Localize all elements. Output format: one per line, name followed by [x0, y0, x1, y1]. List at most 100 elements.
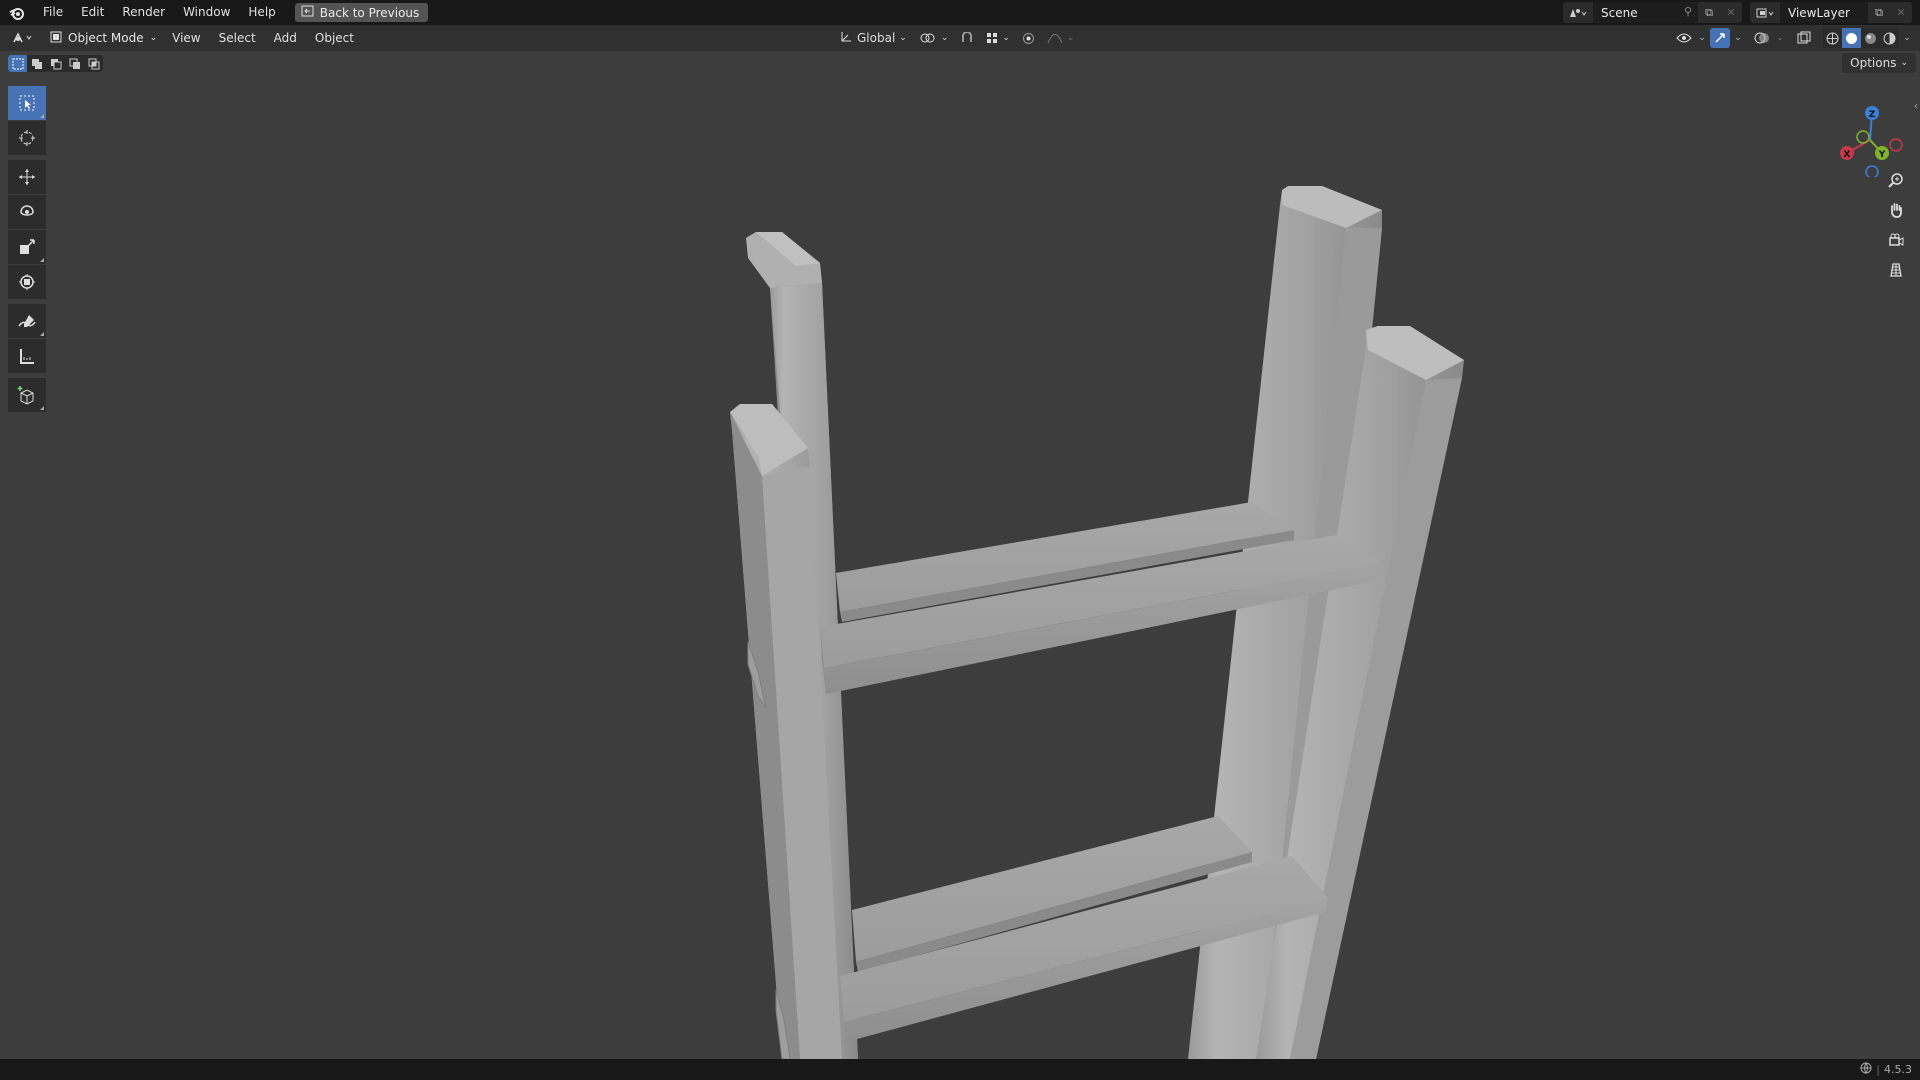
sidebar-toggle-icon[interactable]: ‹ — [1914, 101, 1918, 112]
snap-toggle[interactable] — [956, 28, 978, 48]
visibility-eye-icon[interactable] — [1674, 28, 1694, 48]
negative-z-axis-icon — [1865, 165, 1879, 179]
chevron-down-icon: ⌄ — [1066, 33, 1075, 43]
globe-icon — [1860, 1062, 1872, 1077]
menu-window[interactable]: Window — [174, 0, 239, 25]
object-mode-icon — [50, 31, 62, 46]
delete-scene-icon[interactable]: ✕ — [1720, 2, 1742, 23]
select-intersect-icon[interactable] — [84, 55, 103, 72]
top-menu-bar: File Edit Render Window Help Back to Pre… — [0, 0, 1920, 25]
svg-text:X: X — [1844, 150, 1851, 160]
scene-name-field[interactable]: Scene ⚲ — [1593, 2, 1698, 23]
perspective-grid-icon[interactable] — [1882, 256, 1910, 284]
measure-tool-icon[interactable] — [8, 339, 46, 373]
chevron-down-icon[interactable]: ⌄ — [1902, 28, 1912, 48]
new-scene-icon[interactable]: ⧉ — [1698, 2, 1720, 23]
navigation-gizmo[interactable]: Z X Y — [1830, 87, 1910, 179]
menu-help[interactable]: Help — [239, 0, 284, 25]
back-to-previous-label: Back to Previous — [319, 5, 420, 20]
select-extend-icon[interactable] — [27, 55, 46, 72]
back-to-previous-button[interactable]: Back to Previous — [294, 3, 429, 22]
proportional-editing-toggle[interactable] — [1018, 28, 1039, 48]
navigation-buttons — [1882, 166, 1910, 286]
xray-toggle-icon[interactable] — [1794, 28, 1814, 48]
tool-shelf — [8, 86, 46, 413]
scene-browse-icon[interactable] — [1563, 2, 1593, 23]
mode-label: Object Mode — [68, 31, 144, 45]
options-dropdown[interactable]: Options ⌄ — [1842, 53, 1916, 73]
chevron-down-icon[interactable]: ⌄ — [1775, 28, 1785, 48]
pin-icon[interactable]: ⚲ — [1684, 5, 1692, 18]
menu-select[interactable]: Select — [210, 31, 265, 45]
chevron-down-icon: ⌄ — [899, 33, 907, 43]
transform-tool-icon[interactable] — [8, 265, 46, 299]
view-layer-browse-icon[interactable] — [1750, 2, 1780, 23]
viewport-display-tools: ⌄ ⌄ ⌄ ⌄ — [1674, 25, 1912, 51]
mode-dropdown[interactable]: Object Mode ⌄ — [44, 28, 164, 48]
view-layer-name: ViewLayer — [1788, 5, 1850, 20]
select-new-icon[interactable] — [8, 55, 27, 72]
back-icon — [301, 5, 314, 20]
selection-mode-group — [8, 55, 103, 72]
svg-text:Z: Z — [1869, 110, 1876, 120]
editor-type-icon[interactable] — [8, 28, 40, 48]
blender-logo-icon[interactable] — [0, 0, 34, 25]
rendered-shading-icon[interactable] — [1880, 28, 1899, 48]
new-view-layer-icon[interactable]: ⧉ — [1868, 2, 1890, 23]
negative-y-axis-icon — [1856, 130, 1870, 144]
material-preview-icon[interactable] — [1861, 28, 1880, 48]
ladder-model[interactable] — [0, 51, 1920, 1059]
delete-view-layer-icon[interactable]: ✕ — [1890, 2, 1912, 23]
scene-selector: Scene ⚲ ⧉ ✕ — [1563, 2, 1742, 23]
chevron-down-icon: ⌄ — [940, 33, 949, 43]
transform-orientation-dropdown[interactable]: Global ⌄ — [836, 28, 911, 48]
chevron-down-icon: ⌄ — [1002, 33, 1010, 43]
separator: | — [1876, 1063, 1880, 1076]
menu-edit[interactable]: Edit — [72, 0, 113, 25]
pivot-point-dropdown[interactable]: ⌄ — [915, 28, 953, 48]
move-tool-icon[interactable] — [8, 160, 46, 194]
status-bar: | 4.5.3 — [0, 1059, 1920, 1080]
chevron-down-icon[interactable]: ⌄ — [1733, 28, 1743, 48]
negative-x-axis-icon — [1889, 138, 1903, 152]
version-number: 4.5.3 — [1884, 1063, 1912, 1076]
view-layer-selector: ViewLayer ⧉ ✕ — [1750, 2, 1912, 23]
scene-name: Scene — [1601, 5, 1638, 20]
scale-tool-icon[interactable] — [8, 230, 46, 264]
top-right-area: Scene ⚲ ⧉ ✕ ViewLayer ⧉ ✕ — [1563, 0, 1920, 25]
wireframe-shading-icon[interactable] — [1823, 28, 1842, 48]
select-invert-icon[interactable] — [65, 55, 84, 72]
cursor-tool-icon[interactable] — [8, 121, 46, 155]
overlays-icon[interactable] — [1752, 28, 1772, 48]
menu-view[interactable]: View — [163, 31, 209, 45]
menu-render[interactable]: Render — [113, 0, 174, 25]
shading-mode-group — [1823, 28, 1899, 48]
chevron-down-icon: ⌄ — [1900, 58, 1908, 68]
viewport-header: Object Mode ⌄ View Select Add Object Glo… — [0, 25, 1920, 51]
pan-hand-icon[interactable] — [1882, 196, 1910, 224]
orientation-axes-icon — [840, 30, 853, 46]
options-label: Options — [1850, 56, 1897, 70]
view-layer-name-field[interactable]: ViewLayer — [1780, 2, 1868, 23]
menu-add[interactable]: Add — [265, 31, 306, 45]
orientation-label: Global — [857, 31, 896, 45]
add-cube-tool-icon[interactable] — [8, 378, 46, 412]
gizmo-toggle-icon[interactable] — [1710, 28, 1730, 48]
select-box-tool-icon[interactable] — [8, 86, 46, 120]
menu-object[interactable]: Object — [306, 31, 363, 45]
chevron-down-icon: ⌄ — [149, 33, 158, 43]
rotate-tool-icon[interactable] — [8, 195, 46, 229]
version-info: | 4.5.3 — [1860, 1062, 1912, 1077]
camera-view-icon[interactable] — [1882, 226, 1910, 254]
select-subtract-icon[interactable] — [46, 55, 65, 72]
svg-text:Y: Y — [1878, 150, 1886, 160]
3d-viewport[interactable]: Options ⌄ ‹ Z X Y — [0, 51, 1920, 1059]
menu-file[interactable]: File — [34, 0, 72, 25]
zoom-icon[interactable] — [1882, 166, 1910, 194]
annotate-tool-icon[interactable] — [8, 304, 46, 338]
solid-shading-icon[interactable] — [1842, 28, 1861, 48]
snap-target-dropdown[interactable]: ⌄ — [982, 28, 1014, 48]
falloff-dropdown[interactable]: ⌄ — [1043, 28, 1079, 48]
chevron-down-icon[interactable]: ⌄ — [1697, 28, 1707, 48]
transform-tools: Global ⌄ ⌄ ⌄ ⌄ — [836, 25, 1078, 51]
